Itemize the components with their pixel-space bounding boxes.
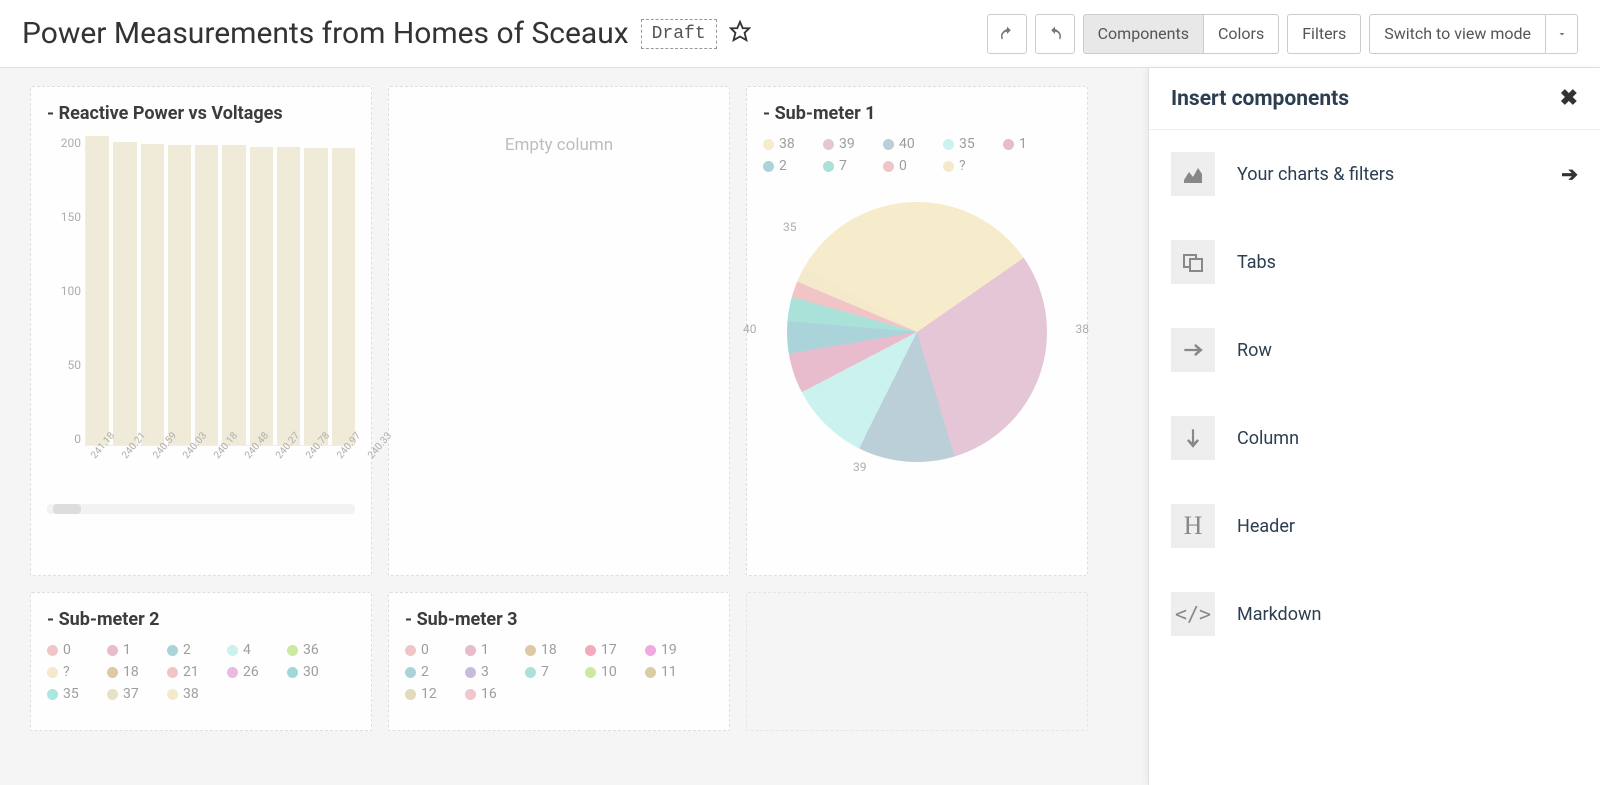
chevron-right-icon: ➔	[1561, 162, 1578, 186]
header-h-icon: H	[1171, 504, 1215, 548]
legend-item[interactable]: ?	[47, 664, 89, 680]
side-panel-title: Insert components	[1171, 87, 1349, 111]
legend-item[interactable]: 38	[763, 136, 805, 152]
arrow-down-icon	[1171, 416, 1215, 460]
pie-chart	[787, 202, 1047, 462]
legend-item[interactable]: 11	[645, 664, 687, 680]
legend-item[interactable]: 2	[763, 158, 805, 174]
legend-item[interactable]: 1	[465, 642, 507, 658]
pie-slice-label: 40	[743, 322, 757, 336]
switch-mode-dropdown[interactable]	[1546, 14, 1578, 54]
pie-slice-label: 35	[783, 220, 797, 234]
area-chart-icon	[1171, 152, 1215, 196]
draft-badge: Draft	[641, 19, 717, 49]
redo-button[interactable]	[1035, 14, 1075, 54]
legend-item[interactable]: 2	[405, 664, 447, 680]
legend-item[interactable]: 12	[405, 686, 447, 702]
pie-slice-label: 38	[1076, 322, 1090, 336]
chart-title: - Sub-meter 2	[47, 609, 355, 630]
empty-panel[interactable]	[746, 592, 1088, 731]
legend-item[interactable]: 35	[943, 136, 985, 152]
legend-item[interactable]: 17	[585, 642, 627, 658]
pie-slice-label: 39	[853, 460, 867, 474]
markdown-code-icon: </>	[1171, 592, 1215, 636]
legend-item[interactable]: 2	[167, 642, 209, 658]
bar-chart: 200150100500 241.18240.21240.59240.03240…	[47, 136, 355, 486]
chart-title: - Reactive Power vs Voltages	[47, 103, 355, 124]
legend-item[interactable]: 19	[645, 642, 687, 658]
colors-tab-button[interactable]: Colors	[1204, 14, 1279, 54]
favorite-star-icon[interactable]	[729, 20, 751, 48]
legend-item[interactable]: 36	[287, 642, 329, 658]
legend-item[interactable]: 0	[47, 642, 89, 658]
close-icon[interactable]: ✖	[1560, 86, 1578, 111]
chart-panel-submeter2[interactable]: - Sub-meter 2 0 1 2 4 36? 18 21 26 30 35 37 38	[30, 592, 372, 731]
legend-item[interactable]: ?	[943, 158, 985, 174]
chart-title: - Sub-meter 1	[763, 103, 1071, 124]
undo-button[interactable]	[987, 14, 1027, 54]
component-tabs[interactable]: Tabs	[1149, 218, 1600, 306]
legend-item[interactable]: 30	[287, 664, 329, 680]
legend-item[interactable]: 0	[883, 158, 925, 174]
legend-item[interactable]: 7	[823, 158, 865, 174]
filters-button[interactable]: Filters	[1287, 14, 1361, 54]
legend-item[interactable]: 1	[107, 642, 149, 658]
component-header[interactable]: H Header	[1149, 482, 1600, 570]
legend-item[interactable]: 7	[525, 664, 567, 680]
legend-item[interactable]: 0	[405, 642, 447, 658]
component-charts-filters[interactable]: Your charts & filters ➔	[1149, 130, 1600, 218]
chart-panel-submeter1[interactable]: - Sub-meter 1 38 39 40 35 1 2 7 0? 38 39 40 35	[746, 86, 1088, 576]
legend-item[interactable]: 18	[525, 642, 567, 658]
legend-item[interactable]: 26	[227, 664, 269, 680]
arrow-right-icon	[1171, 328, 1215, 372]
page-title: Power Measurements from Homes of Sceaux	[22, 16, 629, 51]
legend-item[interactable]: 38	[167, 686, 209, 702]
legend-item[interactable]: 16	[465, 686, 507, 702]
legend-item[interactable]: 10	[585, 664, 627, 680]
legend-item[interactable]: 37	[107, 686, 149, 702]
empty-column-label: Empty column	[505, 135, 613, 155]
legend-item[interactable]: 3	[465, 664, 507, 680]
legend-item[interactable]: 35	[47, 686, 89, 702]
legend-item[interactable]: 39	[823, 136, 865, 152]
switch-mode-button[interactable]: Switch to view mode	[1369, 14, 1546, 54]
legend-item[interactable]: 4	[227, 642, 269, 658]
insert-components-panel: Insert components ✖ Your charts & filter…	[1148, 68, 1600, 785]
components-tab-button[interactable]: Components	[1083, 14, 1204, 54]
legend-item[interactable]: 40	[883, 136, 925, 152]
legend-item[interactable]: 21	[167, 664, 209, 680]
component-row[interactable]: Row	[1149, 306, 1600, 394]
chart-panel-reactive-power[interactable]: - Reactive Power vs Voltages 20015010050…	[30, 86, 372, 576]
empty-column-placeholder[interactable]: Empty column	[388, 86, 730, 576]
component-markdown[interactable]: </> Markdown	[1149, 570, 1600, 658]
tabs-icon	[1171, 240, 1215, 284]
component-column[interactable]: Column	[1149, 394, 1600, 482]
chart-horizontal-scrollbar[interactable]	[47, 504, 355, 514]
legend-item[interactable]: 1	[1003, 136, 1045, 152]
chart-title: - Sub-meter 3	[405, 609, 713, 630]
legend-item[interactable]: 18	[107, 664, 149, 680]
chart-panel-submeter3[interactable]: - Sub-meter 3 0 1 18 17 19 2 3 7 10 11 12 16	[388, 592, 730, 731]
